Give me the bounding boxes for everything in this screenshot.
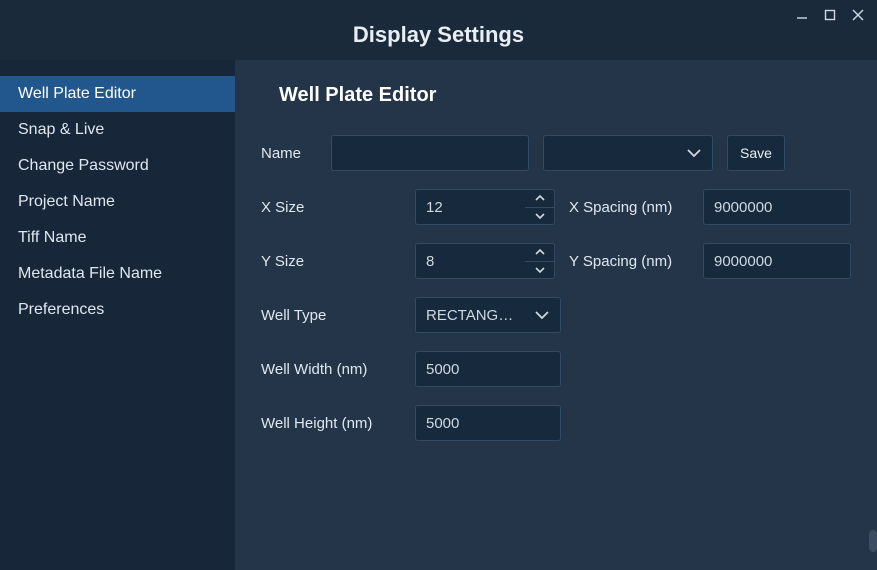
ysize-spinner bbox=[525, 243, 555, 279]
chevron-up-icon bbox=[535, 194, 545, 202]
ysize-input[interactable]: 8 bbox=[415, 243, 525, 279]
chevron-down-icon bbox=[535, 266, 545, 274]
ysize-label: Y Size bbox=[261, 253, 401, 270]
form: Name Save X Size 12 bbox=[261, 135, 851, 441]
sidebar-item-preferences[interactable]: Preferences bbox=[0, 292, 235, 328]
wellwidth-input[interactable]: 5000 bbox=[415, 351, 561, 387]
sidebar-item-change-password[interactable]: Change Password bbox=[0, 148, 235, 184]
ysize-down-button[interactable] bbox=[525, 262, 554, 279]
sidebar-item-well-plate-editor[interactable]: Well Plate Editor bbox=[0, 76, 235, 112]
maximize-button[interactable] bbox=[823, 8, 837, 22]
wellheight-input[interactable]: 5000 bbox=[415, 405, 561, 441]
name-label: Name bbox=[261, 145, 317, 162]
save-button[interactable]: Save bbox=[727, 135, 785, 171]
welltype-value: RECTANG… bbox=[426, 307, 513, 324]
close-button[interactable] bbox=[851, 8, 865, 22]
name-input[interactable] bbox=[331, 135, 529, 171]
wellheight-label: Well Height (nm) bbox=[261, 415, 401, 432]
row-ysize: Y Size 8 Y Spacing (nm) 9000000 bbox=[261, 243, 851, 279]
row-wellheight: Well Height (nm) 5000 bbox=[261, 405, 851, 441]
yspacing-label: Y Spacing (nm) bbox=[569, 253, 689, 270]
sidebar-item-tiff-name[interactable]: Tiff Name bbox=[0, 220, 235, 256]
xsize-spinner bbox=[525, 189, 555, 225]
sidebar-item-snap-live[interactable]: Snap & Live bbox=[0, 112, 235, 148]
minimize-button[interactable] bbox=[795, 8, 809, 22]
chevron-down-icon bbox=[534, 309, 550, 321]
xsize-stepper: 12 bbox=[415, 189, 555, 225]
window: Display Settings Well Plate Editor Snap … bbox=[0, 0, 877, 570]
xsize-up-button[interactable] bbox=[525, 190, 554, 208]
welltype-label: Well Type bbox=[261, 307, 401, 324]
chevron-up-icon bbox=[535, 248, 545, 256]
chevron-down-icon bbox=[535, 212, 545, 220]
titlebar: Display Settings bbox=[0, 0, 877, 60]
xsize-down-button[interactable] bbox=[525, 208, 554, 225]
xspacing-label: X Spacing (nm) bbox=[569, 199, 689, 216]
window-title: Display Settings bbox=[0, 0, 877, 48]
minimize-icon bbox=[796, 9, 808, 21]
chevron-down-icon bbox=[686, 147, 702, 159]
ysize-stepper: 8 bbox=[415, 243, 555, 279]
maximize-icon bbox=[824, 9, 836, 21]
sidebar-item-project-name[interactable]: Project Name bbox=[0, 184, 235, 220]
scrollbar-thumb[interactable] bbox=[869, 530, 877, 552]
main-panel: Well Plate Editor Name Save X Size 12 bbox=[235, 60, 877, 570]
xsize-input[interactable]: 12 bbox=[415, 189, 525, 225]
row-wellwidth: Well Width (nm) 5000 bbox=[261, 351, 851, 387]
yspacing-input[interactable]: 9000000 bbox=[703, 243, 851, 279]
preset-select[interactable] bbox=[543, 135, 713, 171]
xspacing-input[interactable]: 9000000 bbox=[703, 189, 851, 225]
xsize-label: X Size bbox=[261, 199, 401, 216]
sidebar-item-metadata-file-name[interactable]: Metadata File Name bbox=[0, 256, 235, 292]
row-welltype: Well Type RECTANG… bbox=[261, 297, 851, 333]
wellwidth-label: Well Width (nm) bbox=[261, 361, 401, 378]
sidebar: Well Plate Editor Snap & Live Change Pas… bbox=[0, 60, 235, 570]
body: Well Plate Editor Snap & Live Change Pas… bbox=[0, 60, 877, 570]
welltype-select[interactable]: RECTANG… bbox=[415, 297, 561, 333]
row-xsize: X Size 12 X Spacing (nm) 9000000 bbox=[261, 189, 851, 225]
row-name: Name Save bbox=[261, 135, 851, 171]
ysize-up-button[interactable] bbox=[525, 244, 554, 262]
close-icon bbox=[852, 9, 864, 21]
panel-title: Well Plate Editor bbox=[279, 84, 851, 107]
window-controls bbox=[795, 8, 865, 22]
